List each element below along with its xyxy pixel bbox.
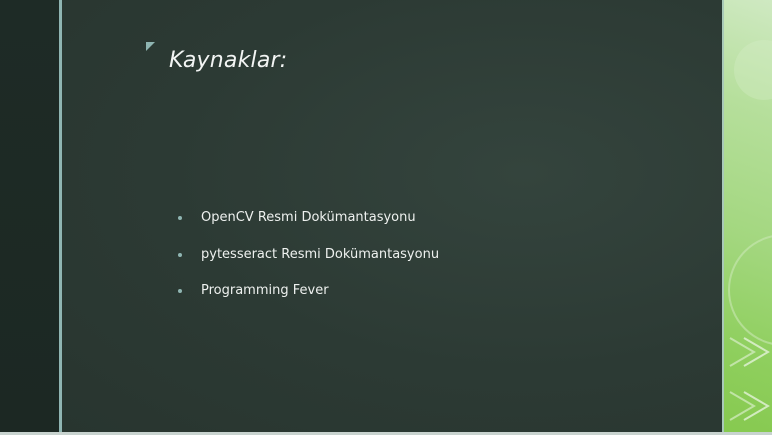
bullet-text: OpenCV Resmi Dokümantasyonu — [201, 210, 416, 225]
slide-title: Kaynaklar: — [169, 48, 288, 73]
chevron-pattern-icon — [728, 40, 772, 421]
bullet-dot-icon — [178, 252, 182, 257]
bullet-list: OpenCV Resmi Dokümantasyonu pytesseract … — [178, 208, 439, 318]
title-corner-icon — [146, 42, 155, 51]
bullet-dot-icon — [178, 289, 182, 293]
presentation-view: Kaynaklar: OpenCV Resmi Dokümantasyonu p… — [0, 0, 772, 435]
list-item: OpenCV Resmi Dokümantasyonu — [178, 208, 439, 245]
bullet-text: pytesseract Resmi Dokümantasyonu — [201, 246, 440, 262]
list-item: Programming Fever — [178, 281, 439, 318]
bullet-dot-icon — [178, 216, 182, 220]
list-item: pytesseract Resmi Dokümantasyonu — [178, 245, 439, 282]
left-decorative-strip — [0, 0, 59, 435]
right-decorative-panel — [724, 0, 772, 435]
bullet-text: Programming Fever — [201, 283, 329, 298]
